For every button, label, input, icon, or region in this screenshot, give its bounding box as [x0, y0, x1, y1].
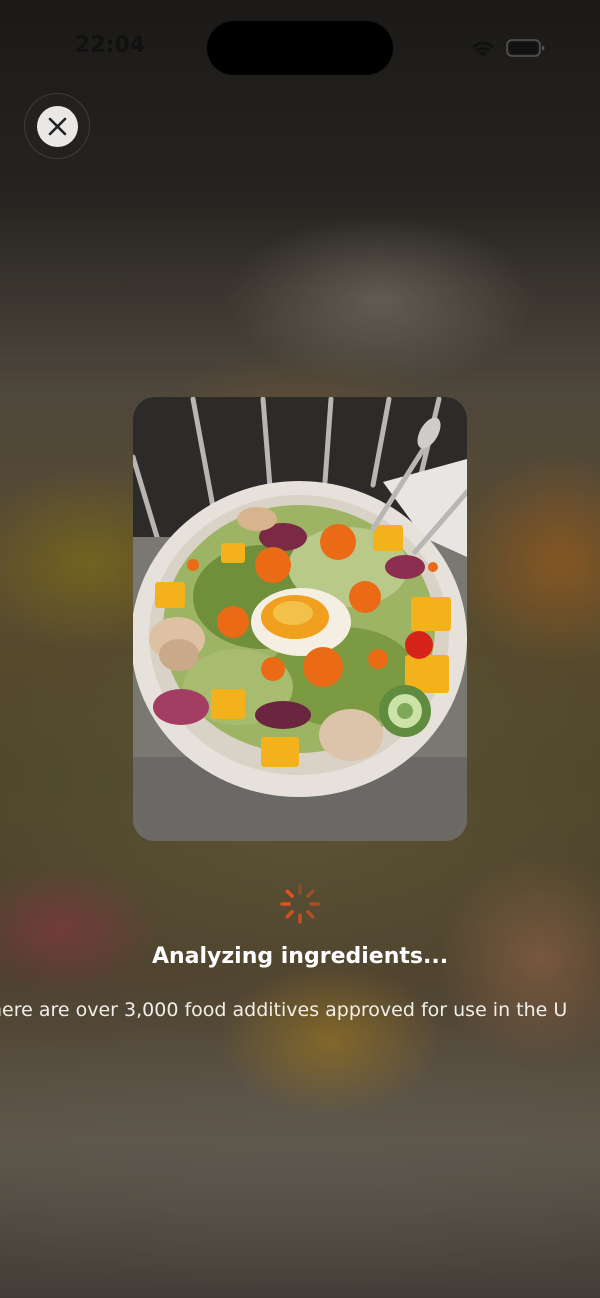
- analyzing-screen: 22:04 Analyzing ingredients... here are …: [0, 0, 600, 1298]
- battery-icon: [506, 39, 545, 57]
- fun-fact-text: here are over 3,000 food additives appro…: [0, 999, 568, 1021]
- loading-title: Analyzing ingredients...: [151, 944, 449, 969]
- status-time: 22:04: [74, 33, 146, 58]
- close-button[interactable]: [24, 93, 90, 159]
- wifi-icon: [472, 41, 494, 58]
- food-photo: [133, 397, 467, 841]
- loading-spinner-icon: [280, 884, 320, 924]
- dynamic-island: [207, 21, 393, 75]
- close-icon: [48, 117, 67, 136]
